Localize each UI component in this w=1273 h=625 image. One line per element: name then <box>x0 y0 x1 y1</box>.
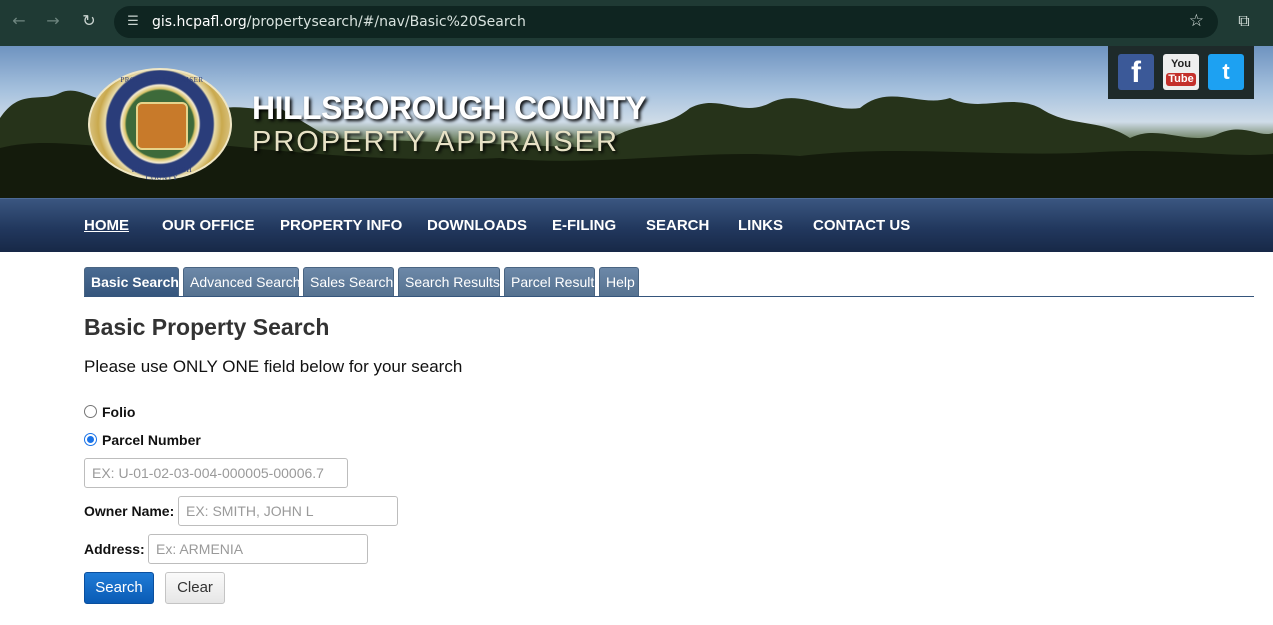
main-navigation: HOME OUR OFFICE PROPERTY INFO DOWNLOADS … <box>0 198 1273 252</box>
tab-search-results[interactable]: Search Results <box>398 267 500 297</box>
url-path: /propertysearch/#/nav/Basic%20Search <box>246 14 526 30</box>
tab-advanced-search[interactable]: Advanced Search <box>183 267 301 297</box>
extensions-icon[interactable]: ⧉ <box>1234 11 1254 31</box>
nav-our-office[interactable]: OUR OFFICE <box>162 217 255 234</box>
seal-bottom-text: HILLSBOROUGH COUNTY <box>131 166 193 182</box>
tab-sales-search[interactable]: Sales Search <box>303 267 394 297</box>
site-banner: PROPERTY APPRAISER HILLSBOROUGH COUNTY H… <box>0 46 1273 198</box>
url-text[interactable]: gis.hcpafl.org/propertysearch/#/nav/Basi… <box>152 14 526 30</box>
site-title-line1: HILLSBOROUGH COUNTY <box>252 90 647 126</box>
address-bar[interactable]: ☰ gis.hcpafl.org/propertysearch/#/nav/Ba… <box>114 6 1218 38</box>
tab-help[interactable]: Help <box>599 267 639 297</box>
parcel-number-radio-label[interactable]: Parcel Number <box>102 432 201 448</box>
forward-arrow-icon[interactable]: → <box>42 10 64 32</box>
seal-top-text: PROPERTY APPRAISER <box>120 76 204 84</box>
back-arrow-icon[interactable]: ← <box>8 10 30 32</box>
address-label: Address: <box>84 541 145 557</box>
url-host: gis.hcpafl.org <box>152 14 247 30</box>
tab-parcel-result[interactable]: Parcel Result <box>504 267 595 297</box>
owner-name-input[interactable] <box>178 496 398 526</box>
reload-icon[interactable]: ↻ <box>78 10 100 32</box>
tab-basic-search[interactable]: Basic Search <box>84 267 179 297</box>
parcel-number-input[interactable] <box>84 458 348 488</box>
nav-home[interactable]: HOME <box>84 217 129 234</box>
nav-links[interactable]: LINKS <box>738 217 783 234</box>
nav-search[interactable]: SEARCH <box>646 217 709 234</box>
bookmark-star-icon[interactable]: ☆ <box>1189 11 1204 31</box>
nav-property-info[interactable]: PROPERTY INFO <box>280 217 402 234</box>
folio-radio[interactable] <box>84 405 97 418</box>
property-appraiser-seal-logo[interactable]: PROPERTY APPRAISER HILLSBOROUGH COUNTY <box>88 68 232 182</box>
address-input[interactable] <box>148 534 368 564</box>
twitter-icon[interactable]: t <box>1208 54 1244 90</box>
search-button[interactable]: Search <box>84 572 154 604</box>
browser-toolbar: ← → ↻ ☰ gis.hcpafl.org/propertysearch/#/… <box>0 0 1273 46</box>
clear-button[interactable]: Clear <box>165 572 225 604</box>
search-instructions: Please use ONLY ONE field below for your… <box>84 357 463 376</box>
youtube-you-text: You <box>1171 58 1191 70</box>
site-title-line2: PROPERTY APPRAISER <box>252 126 619 158</box>
tab-divider <box>84 296 1254 297</box>
youtube-tube-text: Tube <box>1166 73 1196 86</box>
social-links: f You Tube t <box>1108 46 1254 99</box>
youtube-icon[interactable]: You Tube <box>1163 54 1199 90</box>
parcel-number-radio[interactable] <box>84 433 97 446</box>
facebook-icon[interactable]: f <box>1118 54 1154 90</box>
page-title: Basic Property Search <box>84 314 330 340</box>
site-info-icon[interactable]: ☰ <box>124 13 142 31</box>
nav-downloads[interactable]: DOWNLOADS <box>427 217 527 234</box>
owner-name-label: Owner Name: <box>84 503 175 519</box>
seal-center-emblem <box>136 102 188 150</box>
nav-e-filing[interactable]: E-FILING <box>552 217 616 234</box>
folio-radio-label[interactable]: Folio <box>102 404 135 420</box>
nav-contact-us[interactable]: CONTACT US <box>813 217 910 234</box>
